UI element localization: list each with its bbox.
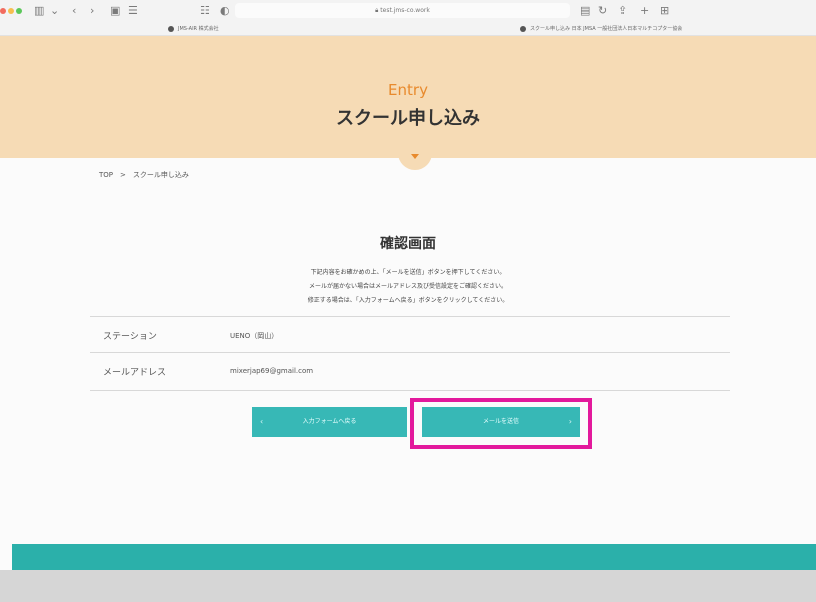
reload-icon[interactable]: ↻ (598, 4, 607, 18)
chevron-down-icon (411, 154, 419, 159)
instruction-line-3: 修正する場合は、「入力フォームへ戻る」ボタンをクリックしてください。 (307, 297, 509, 304)
hero-title: スクール申し込み (336, 108, 480, 129)
plus-icon[interactable]: + (640, 4, 649, 18)
address-bar[interactable]: 🔒︎ test.jms-co.work (235, 3, 570, 18)
forward-icon[interactable]: › (90, 4, 94, 18)
tab-jms-air[interactable]: JMS-AIR 株式会社 (168, 25, 219, 32)
email-label: メールアドレス (103, 368, 167, 378)
divider (90, 352, 730, 353)
hero-subtitle: Entry (388, 81, 428, 99)
favicon-icon (520, 25, 526, 32)
tabs-icon[interactable]: ⊞ (660, 4, 669, 18)
email-value: mixerjap69@gmail.com (230, 367, 314, 375)
extension-icon[interactable]: ▣ (110, 4, 120, 18)
back-button-label: 入力フォームへ戻る (302, 418, 357, 425)
divider (90, 316, 730, 317)
tab-label: JMS-AIR 株式会社 (178, 26, 219, 32)
back-icon[interactable]: ‹ (72, 4, 76, 18)
url-text: test.jms-co.work (380, 7, 430, 14)
divider (90, 390, 730, 391)
station-value: UENO（岡山） (230, 332, 279, 340)
screen-edge (0, 570, 816, 602)
tabs-grid-icon[interactable]: ☷ (200, 4, 210, 18)
back-to-form-button[interactable]: ‹ 入力フォームへ戻る (252, 407, 407, 437)
tab-school-entry[interactable]: スクール申し込み 日本 JMSA 一般社団法人日本マルチコプター協会 (520, 25, 682, 32)
page-title: 確認画面 (380, 236, 436, 252)
menu-icon[interactable]: ☰ (128, 4, 138, 18)
instruction-line-2: メールが届かない場合はメールアドレス及び受信設定をご確認ください。 (308, 283, 507, 290)
close-window-icon[interactable] (0, 8, 6, 14)
browser-chrome: ▥ ⌄ ‹ › ▣ ☰ ☷ ◐ 🔒︎ test.jms-co.work ▤ ↻ … (0, 0, 816, 36)
chevron-down-icon[interactable]: ⌄ (50, 4, 59, 18)
reader-icon[interactable]: ▤ (580, 4, 590, 18)
breadcrumb[interactable]: TOP > スクール申し込み (99, 170, 189, 180)
browser-toolbar: ▥ ⌄ ‹ › ▣ ☰ ☷ ◐ 🔒︎ test.jms-co.work ▤ ↻ … (0, 0, 816, 22)
page-hero: Entry スクール申し込み (0, 36, 816, 158)
shield-icon[interactable]: ◐ (220, 4, 230, 18)
chevron-left-icon: ‹ (260, 417, 264, 426)
tab-label: スクール申し込み 日本 JMSA 一般社団法人日本マルチコプター協会 (530, 26, 683, 32)
highlight-box (410, 398, 592, 449)
minimize-window-icon[interactable] (8, 8, 14, 14)
favicon-icon (168, 25, 174, 32)
lock-icon: 🔒︎ (375, 7, 379, 14)
hero-notch (398, 150, 432, 170)
tab-bar: JMS-AIR 株式会社 スクール申し込み 日本 JMSA 一般社団法人日本マル… (0, 22, 816, 36)
station-label: ステーション (103, 332, 157, 342)
share-icon[interactable]: ⇪ (618, 4, 627, 18)
footer-bar (12, 544, 816, 570)
sidebar-icon[interactable]: ▥ (34, 4, 44, 18)
zoom-window-icon[interactable] (16, 8, 22, 14)
instruction-line-1: 下記内容をお確かめの上、「メールを送信」ボタンを押下してください。 (310, 269, 506, 276)
